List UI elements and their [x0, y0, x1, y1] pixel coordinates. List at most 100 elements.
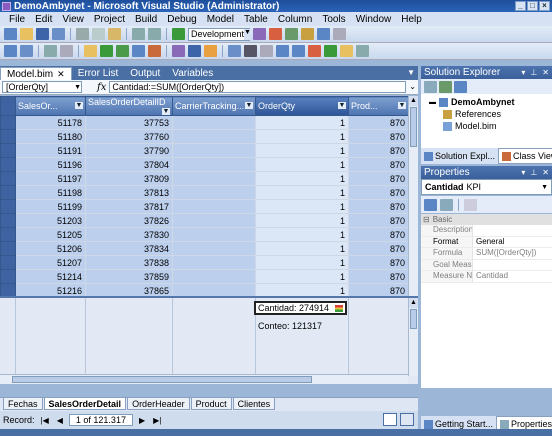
first-record-icon[interactable]: |◀: [39, 416, 51, 425]
menu-table[interactable]: Table: [239, 14, 273, 25]
excel-icon[interactable]: [100, 45, 113, 57]
tab-class-view[interactable]: Class View: [498, 148, 552, 164]
diagram-view-icon[interactable]: [188, 45, 201, 57]
table-cell[interactable]: 37790: [85, 143, 173, 158]
close-icon[interactable]: ✕: [542, 68, 549, 77]
column-header[interactable]: SalesOrderDetailID ▼: [85, 96, 173, 116]
table-cell[interactable]: 1: [255, 171, 349, 186]
table-row[interactable]: 51203 37826 1 870: [0, 213, 409, 228]
table-cell[interactable]: 51203: [15, 213, 86, 228]
table-tab-clientes[interactable]: Clientes: [232, 398, 276, 410]
table-cell[interactable]: [172, 227, 256, 242]
tab-list-dropdown-icon[interactable]: ▼: [407, 68, 415, 77]
table-cell[interactable]: [172, 241, 256, 256]
show-all-files-icon[interactable]: [439, 80, 452, 93]
function-icon[interactable]: fx: [97, 82, 106, 93]
expand-icon[interactable]: ▬: [429, 99, 436, 106]
table-tab-orderheader[interactable]: OrderHeader: [127, 398, 190, 410]
menu-debug[interactable]: Debug: [162, 14, 201, 25]
expand-formula-icon[interactable]: ⌄: [409, 82, 416, 91]
table-cell[interactable]: 51199: [15, 199, 86, 214]
scrollbar-thumb[interactable]: [12, 376, 312, 383]
save-all-icon[interactable]: [52, 28, 65, 40]
table-cell[interactable]: 870: [348, 171, 409, 186]
last-record-icon[interactable]: ▶|: [151, 416, 163, 425]
table-cell[interactable]: 51198: [15, 185, 86, 200]
roles-icon[interactable]: [204, 45, 217, 57]
table-cell[interactable]: 37826: [85, 213, 173, 228]
table-cell[interactable]: 51178: [15, 115, 86, 130]
table-tab-salesorderdetail[interactable]: SalesOrderDetail: [43, 398, 127, 410]
configuration-select[interactable]: Development ▼: [188, 27, 251, 41]
more-tools-icon[interactable]: [333, 28, 346, 40]
table-tab-product[interactable]: Product: [190, 398, 232, 410]
table-row[interactable]: 51197 37809 1 870: [0, 171, 409, 186]
table-row[interactable]: 51191 37790 1 870: [0, 143, 409, 158]
row-selector[interactable]: [0, 157, 16, 172]
table-cell[interactable]: 870: [348, 269, 409, 284]
tree-project[interactable]: ▬ DemoAmbynet: [429, 97, 515, 107]
table-row[interactable]: 51205 37830 1 870: [0, 227, 409, 242]
table-row[interactable]: 51196 37804 1 870: [0, 157, 409, 172]
table-cell[interactable]: 37834: [85, 241, 173, 256]
property-value[interactable]: [473, 260, 552, 271]
table-cell[interactable]: 37817: [85, 199, 173, 214]
grid-vertical-scrollbar[interactable]: ▲: [408, 96, 418, 296]
open-file-icon[interactable]: [20, 28, 33, 40]
table-cell[interactable]: 1: [255, 143, 349, 158]
menu-help[interactable]: Help: [396, 14, 427, 25]
property-row[interactable]: Formula SUM([OrderQty]): [421, 248, 552, 260]
column-header[interactable]: CarrierTracking... ▼: [172, 96, 256, 116]
filter-dropdown-icon[interactable]: ▼: [75, 102, 83, 109]
tree-item-model-bim[interactable]: Model.bim: [443, 121, 497, 131]
table-cell[interactable]: 37809: [85, 171, 173, 186]
tab-solution-explorer[interactable]: Solution Expl...: [421, 148, 498, 164]
row-selector[interactable]: [0, 143, 16, 158]
refresh-icon[interactable]: [116, 45, 129, 57]
cut-icon[interactable]: [76, 28, 89, 40]
table-cell[interactable]: 51206: [15, 241, 86, 256]
perspective-icon[interactable]: [172, 45, 185, 57]
sort-ascending-icon[interactable]: [276, 45, 289, 57]
formula-input[interactable]: Cantidad:=SUM([OrderQty]): [109, 81, 406, 93]
scroll-up-icon[interactable]: ▲: [409, 298, 418, 308]
table-cell[interactable]: 1: [255, 227, 349, 242]
diagram-view-button[interactable]: [400, 413, 414, 426]
table-row[interactable]: 51214 37859 1 870: [0, 269, 409, 284]
redo-icon[interactable]: [148, 28, 161, 40]
analyze-excel-icon[interactable]: [356, 45, 369, 57]
row-selector[interactable]: [0, 255, 16, 270]
table-cell[interactable]: [172, 143, 256, 158]
row-selector[interactable]: [0, 199, 16, 214]
table-cell[interactable]: [172, 199, 256, 214]
categorized-icon[interactable]: [424, 198, 437, 211]
menu-model[interactable]: Model: [202, 14, 239, 25]
undo-icon[interactable]: [132, 28, 145, 40]
kpi-icon[interactable]: [340, 45, 353, 57]
grid-view-button[interactable]: [383, 413, 397, 426]
import-icon[interactable]: [44, 45, 57, 57]
property-value[interactable]: [473, 225, 552, 236]
tab-variables[interactable]: Variables: [166, 67, 219, 80]
scrollbar-thumb[interactable]: [410, 309, 417, 329]
save-icon[interactable]: [36, 28, 49, 40]
table-cell[interactable]: 37813: [85, 185, 173, 200]
table-cell[interactable]: 870: [348, 255, 409, 270]
horizontal-scrollbar[interactable]: [0, 374, 408, 384]
measure-cell-cantidad[interactable]: Cantidad: 274914: [254, 301, 347, 315]
table-row[interactable]: 51178 37753 1 870: [0, 115, 409, 130]
properties-object-select[interactable]: Cantidad KPI ▼: [421, 179, 552, 195]
filter-dropdown-icon[interactable]: ▼: [398, 102, 406, 109]
table-cell[interactable]: 51196: [15, 157, 86, 172]
tab-model-bim[interactable]: Model.bim ✕: [0, 67, 72, 80]
table-cell[interactable]: [172, 129, 256, 144]
table-cell[interactable]: 870: [348, 143, 409, 158]
table-cell[interactable]: 37804: [85, 157, 173, 172]
row-selector[interactable]: [0, 213, 16, 228]
object-browser-icon[interactable]: [317, 28, 330, 40]
table-cell[interactable]: 37838: [85, 255, 173, 270]
menu-edit[interactable]: Edit: [30, 14, 57, 25]
table-cell[interactable]: 51205: [15, 227, 86, 242]
table-cell[interactable]: 1: [255, 185, 349, 200]
next-record-icon[interactable]: ▶: [137, 416, 147, 425]
